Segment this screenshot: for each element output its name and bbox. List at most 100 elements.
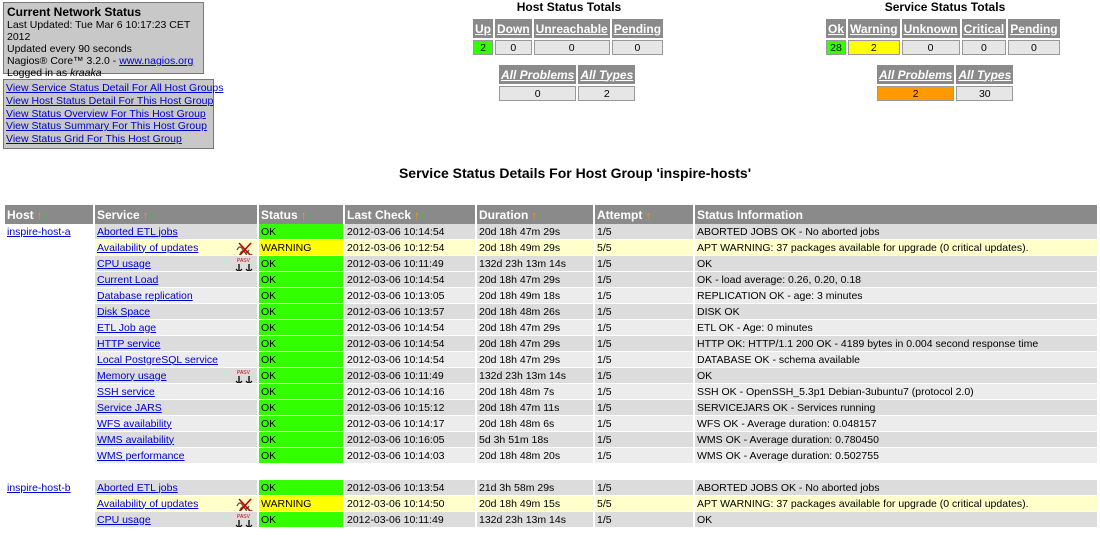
service-cell: ETL Job age <box>94 319 259 336</box>
attempt-cell: 1/5 <box>594 431 695 448</box>
status-badge: OK <box>258 271 345 288</box>
last-check-cell: 2012-03-06 10:14:16 <box>344 383 477 400</box>
last-check-cell: 2012-03-06 10:14:03 <box>344 447 477 464</box>
service-link[interactable]: Availability of updates <box>97 498 198 510</box>
service-link[interactable]: Availability of updates <box>97 242 198 254</box>
service-link[interactable]: WFS availability <box>97 418 172 430</box>
table-row: CPU usage PASV OK 2012-03-06 10:11:49 132d 2… <box>5 511 1099 528</box>
service-link[interactable]: Local PostgreSQL service <box>97 354 218 366</box>
attempt-cell: 1/5 <box>594 415 695 432</box>
service-link[interactable]: Current Load <box>97 274 158 286</box>
col-last-check[interactable]: Last Check ↑↓ <box>344 205 477 224</box>
sort-arrows-icon[interactable]: ↑↓ <box>143 210 154 222</box>
username: kraaka <box>70 67 102 79</box>
host-link[interactable]: inspire-host-a <box>7 226 71 238</box>
flapping-disabled-icon[interactable] <box>235 497 255 512</box>
table-row: SSH service OK 2012-03-06 10:14:16 20d 18h … <box>5 383 1099 400</box>
duration-cell: 21d 3h 58m 29s <box>476 479 595 496</box>
link-status-overview[interactable]: View Status Overview For This Host Group <box>6 108 211 121</box>
service-link[interactable]: WMS availability <box>97 434 174 446</box>
service-unknown-header[interactable]: Unknown <box>901 19 960 38</box>
col-duration[interactable]: Duration ↑↓ <box>476 205 595 224</box>
link-host-detail[interactable]: View Host Status Detail For This Host Gr… <box>6 95 213 108</box>
service-link[interactable]: Database replication <box>97 290 193 302</box>
status-badge: OK <box>258 255 345 272</box>
status-information-cell: DATABASE OK - schema available <box>694 351 1099 368</box>
col-service[interactable]: Service ↑↓ <box>94 205 259 224</box>
flapping-disabled-icon[interactable] <box>235 241 255 256</box>
table-row: Memory usage PASV OK 2012-03-06 10:11:49 132… <box>5 367 1099 384</box>
service-link[interactable]: WMS performance <box>97 450 185 462</box>
service-cell: WMS performance <box>94 447 259 464</box>
status-badge: OK <box>258 224 345 240</box>
service-pending-header[interactable]: Pending <box>1008 19 1060 38</box>
col-host[interactable]: Host ↑↓ <box>5 205 95 224</box>
service-link[interactable]: Aborted ETL jobs <box>97 226 178 238</box>
attempt-cell: 5/5 <box>594 239 695 256</box>
nagios-link[interactable]: www.nagios.org <box>119 55 193 67</box>
status-information-cell: OK <box>694 255 1099 272</box>
host-up-count: 2 <box>473 40 493 55</box>
service-link[interactable]: HTTP service <box>97 338 160 350</box>
view-links: View Service Status Detail For All Host … <box>3 79 223 149</box>
last-check-cell: 2012-03-06 10:11:49 <box>344 367 477 384</box>
sort-arrows-icon[interactable]: ↑↓ <box>645 210 656 222</box>
service-all-types-header[interactable]: All Types <box>956 65 1014 84</box>
service-link[interactable]: ETL Job age <box>97 322 156 334</box>
sort-arrows-icon[interactable]: ↑↓ <box>37 210 48 222</box>
host-all-problems-header[interactable]: All Problems <box>499 65 577 84</box>
sort-arrows-icon[interactable]: ↑↓ <box>414 210 425 222</box>
service-ok-header[interactable]: Ok <box>826 19 847 38</box>
service-link[interactable]: CPU usage <box>97 514 151 526</box>
duration-cell: 20d 18h 47m 29s <box>476 224 595 240</box>
host-pending-header[interactable]: Pending <box>611 19 664 38</box>
passive-check-label: PASV <box>237 258 251 264</box>
sort-arrows-icon[interactable]: ↑↓ <box>531 210 542 222</box>
host-cell-empty <box>5 303 95 320</box>
service-totals-title: Service Status Totals <box>884 0 1006 14</box>
last-check-cell: 2012-03-06 10:14:54 <box>344 271 477 288</box>
service-cell: WFS availability <box>94 415 259 432</box>
service-all-problems-header[interactable]: All Problems <box>877 65 955 84</box>
passive-check-icon[interactable]: PASV <box>235 369 255 384</box>
service-link[interactable]: Service JARS <box>97 402 162 414</box>
table-row: Availability of updates WARNING 2012-03-06… <box>5 239 1099 256</box>
host-cell-empty <box>5 495 95 512</box>
service-warning-header[interactable]: Warning <box>848 19 900 38</box>
host-up-header[interactable]: Up <box>473 19 493 38</box>
passive-check-label: PASV <box>237 514 251 520</box>
duration-cell: 132d 23h 13m 14s <box>476 255 595 272</box>
host-link[interactable]: inspire-host-b <box>7 482 71 494</box>
passive-check-icon[interactable]: PASV <box>235 257 255 272</box>
passive-check-icon[interactable]: PASV <box>235 513 255 528</box>
attempt-cell: 1/5 <box>594 351 695 368</box>
network-status-info: Current Network Status Last Updated: Tue… <box>3 2 204 79</box>
col-status[interactable]: Status ↑↓ <box>258 205 345 224</box>
host-cell-empty <box>5 351 95 368</box>
link-service-detail-all[interactable]: View Service Status Detail For All Host … <box>6 82 223 95</box>
col-attempt[interactable]: Attempt ↑↓ <box>594 205 695 224</box>
host-unreachable-header[interactable]: Unreachable <box>533 19 610 38</box>
link-status-summary[interactable]: View Status Summary For This Host Group <box>6 120 211 133</box>
attempt-cell: 1/5 <box>594 367 695 384</box>
service-critical-header[interactable]: Critical <box>961 19 1007 38</box>
version-line: Nagios® Core™ 3.2.0 - www.nagios.org <box>7 55 200 67</box>
table-row: Current Load OK 2012-03-06 10:14:54 20d 18h… <box>5 271 1099 288</box>
service-all-problems-count: 2 <box>877 86 955 101</box>
link-status-grid[interactable]: View Status Grid For This Host Group <box>6 133 211 146</box>
service-link[interactable]: Disk Space <box>97 306 150 318</box>
service-link[interactable]: Aborted ETL jobs <box>97 482 178 494</box>
status-information-cell: REPLICATION OK - age: 3 minutes <box>694 287 1099 304</box>
service-link[interactable]: SSH service <box>97 386 155 398</box>
status-badge: OK <box>258 287 345 304</box>
service-unknown-count: 0 <box>901 40 960 55</box>
sort-arrows-icon[interactable]: ↑↓ <box>301 210 312 222</box>
attempt-cell: 1/5 <box>594 271 695 288</box>
last-check-cell: 2012-03-06 10:13:54 <box>344 479 477 496</box>
host-all-types-header[interactable]: All Types <box>578 65 636 84</box>
table-row: Disk Space OK 2012-03-06 10:13:57 20d 18h 4… <box>5 303 1099 320</box>
service-link[interactable]: Memory usage <box>97 370 166 382</box>
host-down-header[interactable]: Down <box>495 19 532 38</box>
table-header-row: Host ↑↓ Service ↑↓ Status ↑↓ Last Check ↑↓ D… <box>5 205 1099 224</box>
service-link[interactable]: CPU usage <box>97 258 151 270</box>
